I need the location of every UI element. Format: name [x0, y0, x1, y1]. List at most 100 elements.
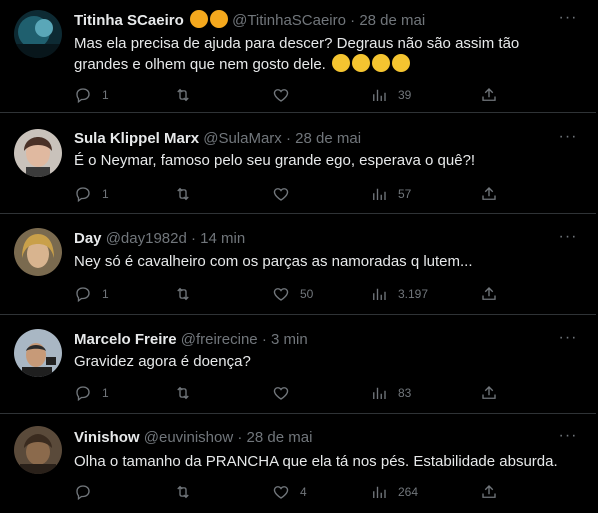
handle[interactable]: @freirecine — [181, 331, 258, 348]
views-count: 264 — [398, 485, 419, 499]
reply-count: 1 — [102, 88, 109, 102]
timestamp[interactable]: 3 min — [271, 331, 308, 348]
handle[interactable]: @day1982d — [106, 230, 187, 247]
like-button[interactable]: 4 — [272, 482, 307, 502]
retweet-button[interactable] — [174, 482, 202, 502]
like-count: 50 — [300, 287, 314, 301]
timestamp[interactable]: 28 de mai — [295, 130, 361, 147]
heart-icon — [273, 188, 289, 201]
views-icon — [373, 188, 386, 200]
reply-icon — [76, 88, 90, 104]
avatar[interactable] — [14, 129, 62, 177]
heart-icon — [273, 89, 289, 102]
share-button[interactable] — [480, 482, 508, 502]
display-name[interactable]: Sula Klippel Marx — [74, 130, 199, 147]
reply-button[interactable]: 1 — [74, 284, 109, 304]
timestamp[interactable]: 14 min — [200, 230, 245, 247]
timestamp[interactable]: 28 de mai — [359, 12, 425, 29]
views-icon — [373, 89, 386, 101]
heart-icon — [273, 486, 289, 499]
reply-button[interactable]: 1 — [74, 184, 109, 204]
like-button[interactable] — [272, 184, 300, 204]
display-name[interactable]: Day — [74, 230, 102, 247]
reply-button[interactable]: 1 — [74, 85, 109, 105]
tweet-text: Olha o tamanho da PRANCHA que ela tá nos… — [74, 453, 558, 470]
avatar[interactable] — [14, 10, 62, 58]
display-name[interactable]: Vinishow — [74, 429, 140, 446]
tweet-actions: 1 57 — [74, 184, 596, 204]
share-button[interactable] — [480, 383, 508, 403]
avatar[interactable] — [14, 426, 62, 474]
tweet[interactable]: Vinishow @euvinishow · 28 de mai ··· Olh… — [0, 414, 596, 513]
avatar[interactable] — [14, 329, 62, 377]
more-icon[interactable]: ··· — [558, 330, 578, 352]
like-button[interactable]: 50 — [272, 284, 313, 304]
separator: · — [285, 130, 291, 147]
tweet-feed: Titinha SCaeiro @TitinhaSCaeiro · 28 de … — [0, 0, 598, 513]
avatar[interactable] — [14, 228, 62, 276]
share-icon — [482, 187, 496, 200]
views-button[interactable]: 3.197 — [370, 284, 428, 304]
share-icon — [482, 485, 496, 498]
like-button[interactable] — [272, 383, 300, 403]
retweet-icon — [177, 88, 189, 102]
views-button[interactable]: 39 — [370, 85, 411, 105]
reply-button[interactable] — [74, 482, 102, 502]
tweet[interactable]: Sula Klippel Marx @SulaMarx · 28 de mai … — [0, 113, 596, 214]
views-count: 3.197 — [398, 287, 429, 301]
heart-icon — [273, 387, 289, 400]
heart-icon — [273, 288, 289, 301]
reply-icon — [76, 485, 90, 501]
emoji-icon — [189, 10, 208, 28]
like-count: 4 — [300, 485, 307, 499]
more-icon[interactable]: ··· — [558, 10, 578, 32]
retweet-icon — [177, 287, 189, 301]
more-icon[interactable]: ··· — [558, 229, 578, 251]
tweet[interactable]: Marcelo Freire @freirecine · 3 min ··· G… — [0, 315, 596, 414]
tweet[interactable]: Titinha SCaeiro @TitinhaSCaeiro · 28 de … — [0, 0, 596, 113]
share-button[interactable] — [480, 85, 508, 105]
tweet-actions: 1 50 3.197 — [74, 284, 596, 304]
reply-icon — [76, 386, 90, 402]
retweet-button[interactable] — [174, 284, 202, 304]
emoji-icon — [332, 54, 351, 72]
tweet-text: Gravidez agora é doença? — [74, 353, 251, 370]
views-button[interactable]: 83 — [370, 383, 411, 403]
like-button[interactable] — [272, 85, 300, 105]
tweet-header: Sula Klippel Marx @SulaMarx · 28 de mai — [74, 129, 552, 149]
share-button[interactable] — [480, 284, 508, 304]
reply-icon — [76, 287, 90, 303]
views-count: 57 — [398, 187, 412, 201]
emoji-icon — [352, 54, 371, 72]
share-icon — [482, 287, 496, 300]
emoji-icon — [372, 54, 391, 72]
retweet-button[interactable] — [174, 85, 202, 105]
handle[interactable]: @TitinhaSCaeiro — [232, 12, 346, 29]
tweet-text: Mas ela precisa de ajuda para descer? De… — [74, 35, 520, 73]
tweet-text: Ney só é cavalheiro com os parças as nam… — [74, 253, 473, 270]
more-icon[interactable]: ··· — [558, 428, 578, 450]
reply-button[interactable]: 1 — [74, 383, 109, 403]
display-name[interactable]: Titinha SCaeiro — [74, 12, 184, 29]
views-icon — [373, 387, 386, 399]
handle[interactable]: @euvinishow — [144, 429, 233, 446]
timestamp[interactable]: 28 de mai — [247, 429, 313, 446]
more-icon[interactable]: ··· — [558, 129, 578, 151]
views-icon — [373, 486, 386, 498]
tweet-actions: 1 83 — [74, 383, 596, 403]
views-button[interactable]: 264 — [370, 482, 418, 502]
share-button[interactable] — [480, 184, 508, 204]
retweet-button[interactable] — [174, 184, 202, 204]
retweet-icon — [177, 386, 189, 400]
handle[interactable]: @SulaMarx — [203, 130, 282, 147]
views-button[interactable]: 57 — [370, 184, 411, 204]
reply-count: 1 — [102, 187, 109, 201]
emoji-icon — [392, 54, 411, 72]
views-count: 39 — [398, 88, 412, 102]
tweet[interactable]: Day @day1982d · 14 min ··· Ney só é cava… — [0, 214, 596, 315]
tweet-header: Vinishow @euvinishow · 28 de mai — [74, 428, 552, 448]
display-name[interactable]: Marcelo Freire — [74, 331, 177, 348]
retweet-icon — [177, 187, 189, 201]
tweet-actions: 1 39 — [74, 85, 596, 105]
retweet-button[interactable] — [174, 383, 202, 403]
